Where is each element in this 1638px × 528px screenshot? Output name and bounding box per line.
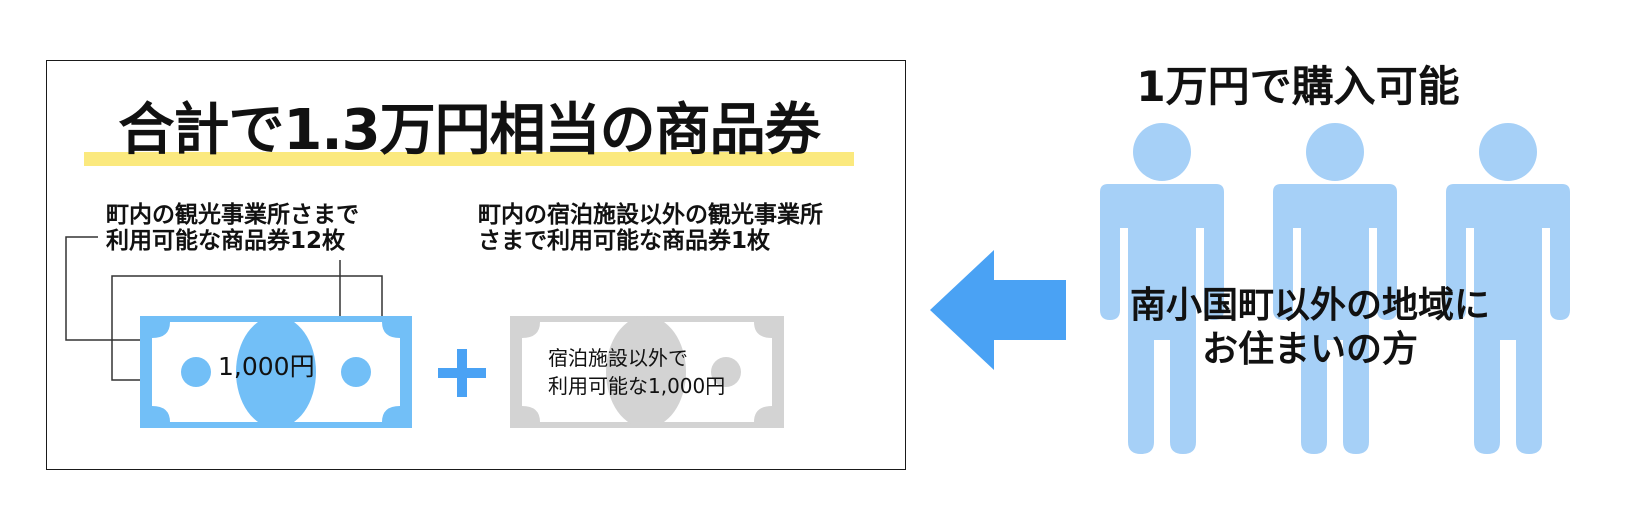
grey-voucher-text: 宿泊施設以外で 利用可能な1,000円 [548, 344, 725, 400]
local-vouchers-label-line1: 町内の観光事業所さまで [106, 202, 359, 228]
non-lodging-voucher-label: 町内の宿泊施設以外の観光事業所 さまで利用可能な商品券1枚 [478, 202, 823, 254]
non-lodging-voucher-label-line1: 町内の宿泊施設以外の観光事業所 [478, 202, 823, 228]
grey-voucher-text-line1: 宿泊施設以外で [548, 346, 688, 370]
target-audience-text: 南小国町以外の地域に お住まいの方 [1090, 284, 1530, 372]
target-audience-line1: 南小国町以外の地域に [1129, 285, 1490, 326]
grey-voucher-text-line2: 利用可能な1,000円 [548, 374, 726, 398]
target-audience-line2: お住まいの方 [1201, 329, 1418, 370]
panel-title: 合計で1.3万円相当の商品券 [118, 98, 820, 163]
blue-voucher-amount: 1,000円 [218, 352, 315, 381]
local-vouchers-label-line2: 利用可能な商品券12枚 [106, 228, 346, 254]
purchase-price-text: 1万円で購入可能 [1136, 62, 1460, 111]
arrow-left-icon [930, 250, 1066, 370]
non-lodging-voucher-label-line2: さまで利用可能な商品券1枚 [478, 228, 771, 254]
local-vouchers-label: 町内の観光事業所さまで 利用可能な商品券12枚 [106, 202, 359, 254]
